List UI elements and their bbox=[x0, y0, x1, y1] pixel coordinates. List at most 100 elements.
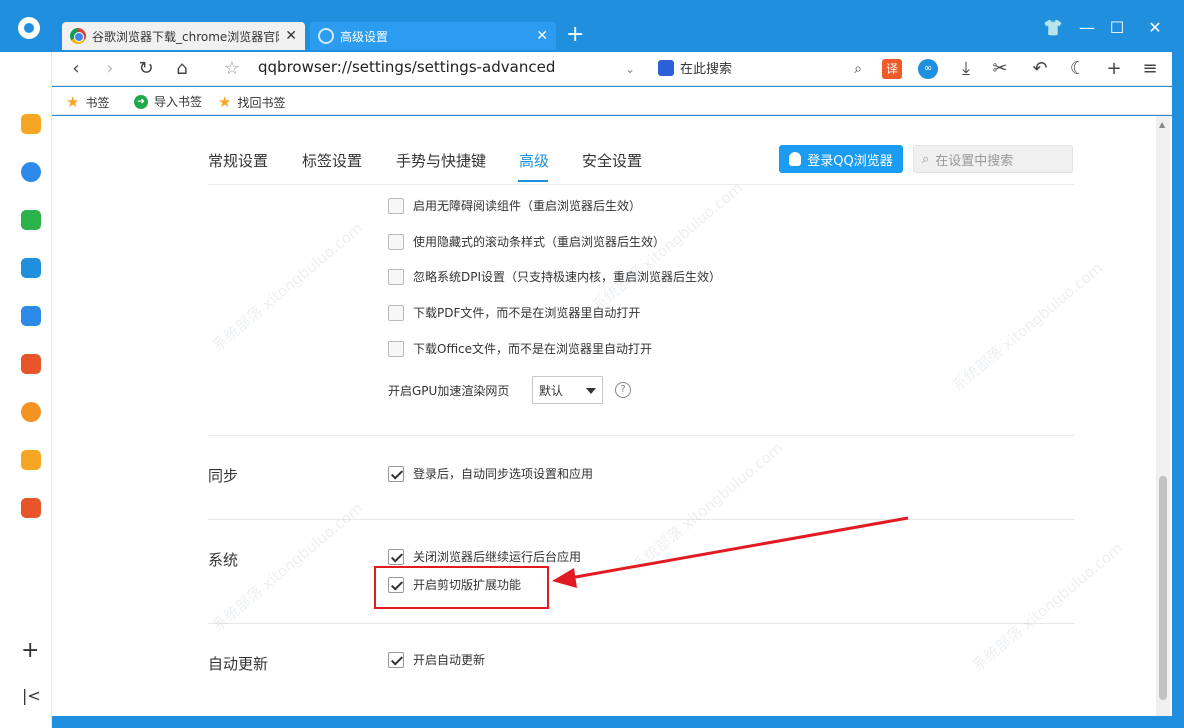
bookmark-label: 找回书签 bbox=[237, 95, 286, 110]
new-item-icon[interactable]: + bbox=[1102, 58, 1126, 80]
reader-icon[interactable] bbox=[21, 450, 41, 470]
watermark-text: 系统部落 xitongbuluo.com bbox=[948, 258, 1107, 395]
import-arrow-icon: ➜ bbox=[134, 94, 148, 109]
import-bookmarks-item[interactable]: ➜ 导入书签 bbox=[134, 93, 202, 110]
login-button-label: 登录QQ浏览器 bbox=[807, 153, 893, 169]
option-download-office[interactable]: 下载Office文件，而不是在浏览器里自动打开 bbox=[388, 340, 652, 357]
baidu-paw-icon bbox=[658, 59, 674, 76]
translate-icon[interactable]: 译 bbox=[882, 59, 902, 79]
tab-tab-settings[interactable]: 标签设置 bbox=[302, 150, 362, 171]
night-mode-icon[interactable]: ☾ bbox=[1066, 58, 1090, 80]
address-dropdown-icon[interactable]: ⌄ bbox=[618, 58, 642, 80]
settings-search-input[interactable]: ⌕ 在设置中搜索 bbox=[913, 145, 1073, 173]
bookmark-item[interactable]: ★ 书签 bbox=[66, 93, 109, 111]
tab-gestures-shortcuts[interactable]: 手势与快捷键 bbox=[396, 150, 486, 171]
tab-label: 高级设置 bbox=[340, 29, 389, 44]
login-qq-browser-button[interactable]: 登录QQ浏览器 bbox=[779, 145, 903, 173]
history-icon[interactable] bbox=[21, 162, 41, 182]
checkbox-checked[interactable] bbox=[388, 651, 404, 668]
vertical-scrollbar[interactable]: ▲ bbox=[1156, 116, 1170, 716]
search-tool-icon[interactable] bbox=[21, 402, 41, 422]
watermark-text: 系统部落 xitongbuluo.com bbox=[628, 438, 787, 575]
close-window-button[interactable]: ✕ bbox=[1140, 18, 1170, 37]
option-accessibility-reader[interactable]: 启用无障碍阅读组件（重启浏览器后生效） bbox=[388, 197, 641, 214]
settings-page: 常规设置 标签设置 手势与快捷键 高级 安全设置 登录QQ浏览器 ⌕ 在设置中搜… bbox=[52, 116, 1172, 716]
option-auto-update[interactable]: 开启自动更新 bbox=[388, 651, 485, 668]
tab-advanced-settings[interactable]: 高级设置 ✕ bbox=[310, 22, 556, 50]
menu-icon[interactable]: ≡ bbox=[1138, 58, 1162, 80]
left-sidebar: + |< bbox=[0, 52, 52, 728]
minimize-button[interactable]: — bbox=[1072, 18, 1102, 37]
undo-close-icon[interactable]: ↶ bbox=[1028, 58, 1052, 80]
bookmark-label: 导入书签 bbox=[154, 95, 203, 109]
option-auto-sync[interactable]: 登录后，自动同步选项设置和应用 bbox=[388, 465, 593, 482]
home-icon[interactable]: ⌂ bbox=[170, 58, 194, 80]
option-hidden-scrollbar[interactable]: 使用隐藏式的滚动条样式（重启浏览器后生效） bbox=[388, 233, 665, 250]
skin-icon[interactable]: 👕 bbox=[1038, 18, 1068, 37]
checkbox[interactable] bbox=[388, 304, 404, 321]
arrow-head bbox=[552, 568, 577, 588]
checkbox-checked[interactable] bbox=[388, 465, 404, 482]
extension-icon[interactable]: ∞ bbox=[918, 59, 938, 79]
tab-general-settings[interactable]: 常规设置 bbox=[208, 150, 268, 171]
dropdown-caret-icon bbox=[586, 388, 596, 394]
search-engine-box[interactable]: 在此搜索 bbox=[658, 58, 732, 77]
option-background-apps[interactable]: 关闭浏览器后继续运行后台应用 bbox=[388, 548, 581, 565]
checkbox[interactable] bbox=[388, 233, 404, 250]
app-store-icon[interactable] bbox=[21, 498, 41, 518]
close-tab-icon[interactable]: ✕ bbox=[285, 28, 297, 44]
title-bar: 谷歌浏览器下载_chrome浏览器官网 ✕ 高级设置 ✕ + 👕 — ☐ ✕ bbox=[0, 0, 1184, 52]
search-icon[interactable]: ⌕ bbox=[846, 58, 870, 80]
tab-label: 谷歌浏览器下载_chrome浏览器官网 bbox=[92, 29, 280, 44]
bookmark-star-icon[interactable]: ☆ bbox=[220, 58, 244, 80]
close-tab-icon[interactable]: ✕ bbox=[536, 28, 548, 44]
recover-bookmarks-item[interactable]: ★ 找回书签 bbox=[218, 93, 285, 111]
section-divider bbox=[208, 435, 1074, 436]
bookmark-label: 书签 bbox=[85, 95, 110, 110]
cloud-icon[interactable] bbox=[21, 306, 41, 326]
star-icon: ★ bbox=[218, 93, 232, 111]
add-sidebar-app-icon[interactable]: + bbox=[21, 638, 39, 663]
option-label: 下载Office文件，而不是在浏览器里自动打开 bbox=[413, 342, 653, 356]
checkbox-checked[interactable] bbox=[388, 548, 404, 565]
refresh-icon[interactable]: ↻ bbox=[134, 58, 158, 80]
wechat-icon[interactable] bbox=[21, 210, 41, 230]
download-icon[interactable]: ⤓ bbox=[954, 58, 978, 80]
collapse-sidebar-icon[interactable]: |< bbox=[22, 686, 41, 705]
checkbox[interactable] bbox=[388, 197, 404, 214]
scrollbar-thumb[interactable] bbox=[1159, 476, 1167, 700]
tab-security-settings[interactable]: 安全设置 bbox=[582, 150, 642, 171]
qq-penguin-icon bbox=[789, 152, 802, 166]
gpu-acceleration-label: 开启GPU加速渲染网页 bbox=[388, 384, 510, 398]
tab-advanced[interactable]: 高级 bbox=[519, 150, 549, 171]
new-tab-button[interactable]: + bbox=[566, 24, 584, 46]
option-label: 关闭浏览器后继续运行后台应用 bbox=[413, 550, 582, 564]
checkbox[interactable] bbox=[388, 340, 404, 357]
screenshot-scissors-icon[interactable]: ✂ bbox=[988, 58, 1012, 80]
option-ignore-dpi[interactable]: 忽略系统DPI设置（只支持极速内核，重启浏览器后生效） bbox=[388, 268, 721, 285]
qq-browser-logo-icon[interactable] bbox=[18, 17, 40, 39]
navigation-toolbar: ‹ › ↻ ⌂ ☆ qqbrowser://settings/settings-… bbox=[52, 52, 1172, 86]
gpu-select-value: 默认 bbox=[539, 383, 564, 398]
back-icon[interactable]: ‹ bbox=[64, 58, 88, 80]
gpu-acceleration-select[interactable]: 默认 bbox=[532, 376, 603, 404]
section-title-sync: 同步 bbox=[208, 467, 239, 485]
nav-divider bbox=[208, 184, 1074, 185]
transfer-icon[interactable] bbox=[21, 258, 41, 278]
option-label: 忽略系统DPI设置（只支持极速内核，重启浏览器后生效） bbox=[413, 270, 722, 284]
search-icon: ⌕ bbox=[922, 151, 930, 167]
scroll-up-icon[interactable]: ▲ bbox=[1159, 120, 1165, 129]
section-divider bbox=[208, 623, 1074, 624]
option-label: 启用无障碍阅读组件（重启浏览器后生效） bbox=[413, 199, 642, 213]
maximize-button[interactable]: ☐ bbox=[1102, 18, 1132, 37]
address-bar[interactable]: qqbrowser://settings/settings-advanced bbox=[258, 58, 555, 76]
annotation-highlight-box bbox=[374, 566, 549, 609]
checkbox[interactable] bbox=[388, 268, 404, 285]
option-label: 使用隐藏式的滚动条样式（重启浏览器后生效） bbox=[413, 235, 666, 249]
forward-icon[interactable]: › bbox=[98, 58, 122, 80]
favorites-icon[interactable] bbox=[21, 114, 41, 134]
chrome-icon bbox=[70, 28, 86, 44]
help-icon[interactable]: ? bbox=[615, 382, 631, 398]
pdf-icon[interactable] bbox=[21, 354, 41, 374]
tab-chrome-download[interactable]: 谷歌浏览器下载_chrome浏览器官网 ✕ bbox=[62, 22, 305, 50]
